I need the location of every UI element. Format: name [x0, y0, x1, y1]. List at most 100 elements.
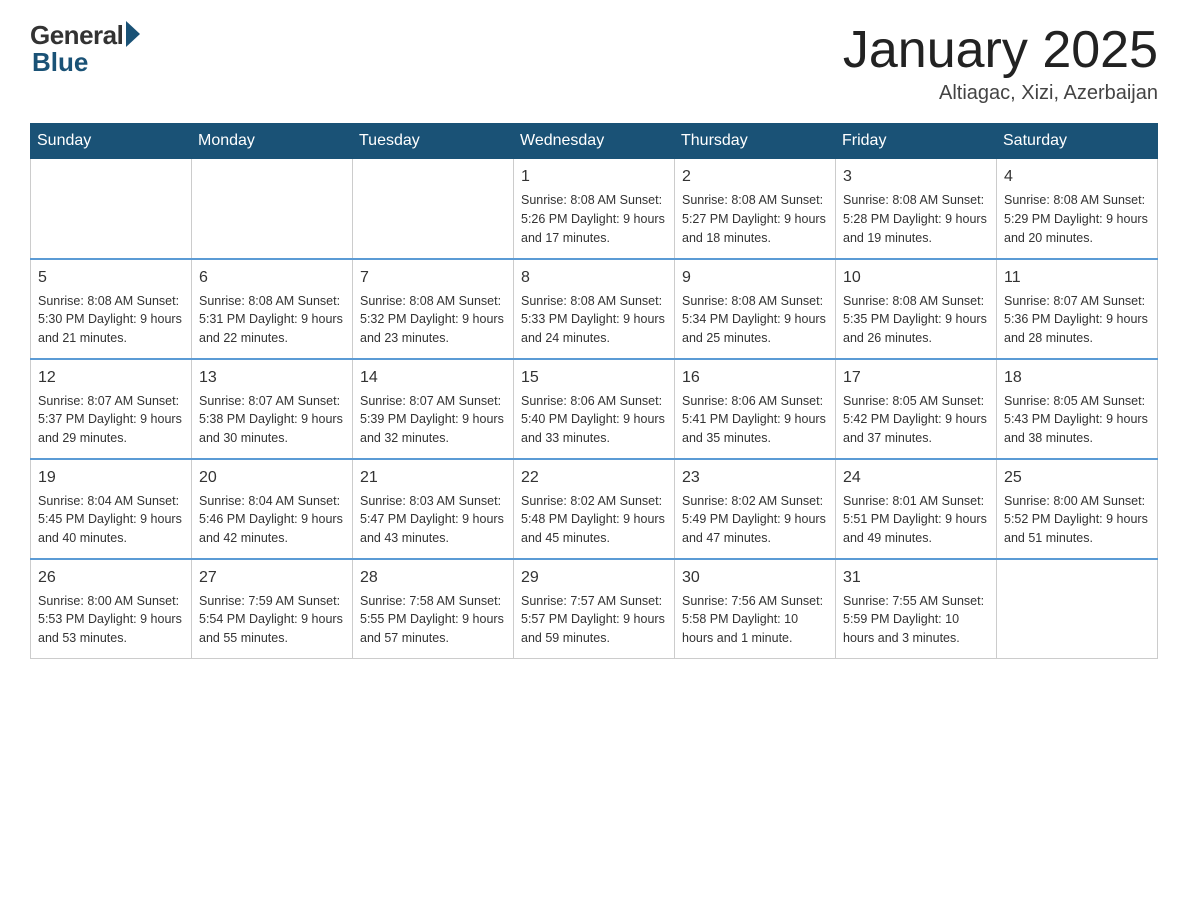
day-info: Sunrise: 8:08 AM Sunset: 5:35 PM Dayligh… — [843, 292, 989, 348]
day-info: Sunrise: 7:58 AM Sunset: 5:55 PM Dayligh… — [360, 592, 506, 648]
calendar-cell: 30Sunrise: 7:56 AM Sunset: 5:58 PM Dayli… — [675, 559, 836, 659]
calendar-cell — [192, 159, 353, 259]
title-block: January 2025 Altiagac, Xizi, Azerbaijan — [843, 20, 1158, 105]
day-info: Sunrise: 8:08 AM Sunset: 5:28 PM Dayligh… — [843, 191, 989, 247]
calendar-cell: 22Sunrise: 8:02 AM Sunset: 5:48 PM Dayli… — [514, 459, 675, 559]
calendar-week-row: 1Sunrise: 8:08 AM Sunset: 5:26 PM Daylig… — [31, 159, 1158, 259]
calendar-cell: 5Sunrise: 8:08 AM Sunset: 5:30 PM Daylig… — [31, 259, 192, 359]
calendar-cell: 21Sunrise: 8:03 AM Sunset: 5:47 PM Dayli… — [353, 459, 514, 559]
logo: General Blue — [30, 20, 140, 78]
day-number: 9 — [682, 266, 828, 290]
weekday-header-monday: Monday — [192, 124, 353, 159]
day-info: Sunrise: 8:04 AM Sunset: 5:46 PM Dayligh… — [199, 492, 345, 548]
calendar-cell: 26Sunrise: 8:00 AM Sunset: 5:53 PM Dayli… — [31, 559, 192, 659]
calendar-cell: 9Sunrise: 8:08 AM Sunset: 5:34 PM Daylig… — [675, 259, 836, 359]
day-number: 21 — [360, 466, 506, 490]
day-info: Sunrise: 8:08 AM Sunset: 5:30 PM Dayligh… — [38, 292, 184, 348]
day-info: Sunrise: 8:08 AM Sunset: 5:33 PM Dayligh… — [521, 292, 667, 348]
day-number: 11 — [1004, 266, 1150, 290]
weekday-header-wednesday: Wednesday — [514, 124, 675, 159]
day-info: Sunrise: 8:08 AM Sunset: 5:26 PM Dayligh… — [521, 191, 667, 247]
calendar-cell: 12Sunrise: 8:07 AM Sunset: 5:37 PM Dayli… — [31, 359, 192, 459]
weekday-header-thursday: Thursday — [675, 124, 836, 159]
calendar-cell: 19Sunrise: 8:04 AM Sunset: 5:45 PM Dayli… — [31, 459, 192, 559]
day-number: 1 — [521, 165, 667, 189]
day-number: 8 — [521, 266, 667, 290]
day-info: Sunrise: 8:04 AM Sunset: 5:45 PM Dayligh… — [38, 492, 184, 548]
day-info: Sunrise: 8:07 AM Sunset: 5:38 PM Dayligh… — [199, 392, 345, 448]
day-number: 18 — [1004, 366, 1150, 390]
day-number: 30 — [682, 566, 828, 590]
day-number: 24 — [843, 466, 989, 490]
day-number: 16 — [682, 366, 828, 390]
weekday-header-row: SundayMondayTuesdayWednesdayThursdayFrid… — [31, 124, 1158, 159]
calendar-cell: 3Sunrise: 8:08 AM Sunset: 5:28 PM Daylig… — [836, 159, 997, 259]
day-info: Sunrise: 8:06 AM Sunset: 5:40 PM Dayligh… — [521, 392, 667, 448]
day-info: Sunrise: 8:08 AM Sunset: 5:32 PM Dayligh… — [360, 292, 506, 348]
calendar-week-row: 19Sunrise: 8:04 AM Sunset: 5:45 PM Dayli… — [31, 459, 1158, 559]
day-info: Sunrise: 8:08 AM Sunset: 5:31 PM Dayligh… — [199, 292, 345, 348]
calendar-cell: 6Sunrise: 8:08 AM Sunset: 5:31 PM Daylig… — [192, 259, 353, 359]
calendar-week-row: 26Sunrise: 8:00 AM Sunset: 5:53 PM Dayli… — [31, 559, 1158, 659]
day-info: Sunrise: 8:07 AM Sunset: 5:37 PM Dayligh… — [38, 392, 184, 448]
day-number: 2 — [682, 165, 828, 189]
month-title: January 2025 — [843, 20, 1158, 80]
calendar-cell: 8Sunrise: 8:08 AM Sunset: 5:33 PM Daylig… — [514, 259, 675, 359]
calendar-cell: 15Sunrise: 8:06 AM Sunset: 5:40 PM Dayli… — [514, 359, 675, 459]
calendar-cell: 11Sunrise: 8:07 AM Sunset: 5:36 PM Dayli… — [997, 259, 1158, 359]
day-info: Sunrise: 8:02 AM Sunset: 5:49 PM Dayligh… — [682, 492, 828, 548]
day-number: 26 — [38, 566, 184, 590]
day-number: 17 — [843, 366, 989, 390]
day-number: 25 — [1004, 466, 1150, 490]
logo-arrow-icon — [126, 21, 140, 47]
day-info: Sunrise: 8:08 AM Sunset: 5:27 PM Dayligh… — [682, 191, 828, 247]
day-number: 29 — [521, 566, 667, 590]
calendar-body: 1Sunrise: 8:08 AM Sunset: 5:26 PM Daylig… — [31, 159, 1158, 659]
day-info: Sunrise: 8:03 AM Sunset: 5:47 PM Dayligh… — [360, 492, 506, 548]
day-number: 19 — [38, 466, 184, 490]
day-info: Sunrise: 8:02 AM Sunset: 5:48 PM Dayligh… — [521, 492, 667, 548]
day-number: 14 — [360, 366, 506, 390]
day-number: 22 — [521, 466, 667, 490]
calendar-cell: 23Sunrise: 8:02 AM Sunset: 5:49 PM Dayli… — [675, 459, 836, 559]
calendar-cell: 17Sunrise: 8:05 AM Sunset: 5:42 PM Dayli… — [836, 359, 997, 459]
day-number: 13 — [199, 366, 345, 390]
day-info: Sunrise: 8:07 AM Sunset: 5:36 PM Dayligh… — [1004, 292, 1150, 348]
day-number: 12 — [38, 366, 184, 390]
day-number: 10 — [843, 266, 989, 290]
day-number: 7 — [360, 266, 506, 290]
calendar-cell — [997, 559, 1158, 659]
calendar-cell: 27Sunrise: 7:59 AM Sunset: 5:54 PM Dayli… — [192, 559, 353, 659]
logo-blue-text: Blue — [32, 47, 88, 78]
calendar-cell: 29Sunrise: 7:57 AM Sunset: 5:57 PM Dayli… — [514, 559, 675, 659]
page-header: General Blue January 2025 Altiagac, Xizi… — [30, 20, 1158, 105]
calendar-week-row: 5Sunrise: 8:08 AM Sunset: 5:30 PM Daylig… — [31, 259, 1158, 359]
day-number: 4 — [1004, 165, 1150, 189]
calendar-cell — [31, 159, 192, 259]
day-info: Sunrise: 7:56 AM Sunset: 5:58 PM Dayligh… — [682, 592, 828, 648]
day-number: 15 — [521, 366, 667, 390]
calendar-cell: 20Sunrise: 8:04 AM Sunset: 5:46 PM Dayli… — [192, 459, 353, 559]
calendar-table: SundayMondayTuesdayWednesdayThursdayFrid… — [30, 123, 1158, 659]
calendar-cell: 18Sunrise: 8:05 AM Sunset: 5:43 PM Dayli… — [997, 359, 1158, 459]
day-number: 27 — [199, 566, 345, 590]
calendar-cell: 16Sunrise: 8:06 AM Sunset: 5:41 PM Dayli… — [675, 359, 836, 459]
day-number: 23 — [682, 466, 828, 490]
weekday-header-tuesday: Tuesday — [353, 124, 514, 159]
day-number: 20 — [199, 466, 345, 490]
day-info: Sunrise: 7:57 AM Sunset: 5:57 PM Dayligh… — [521, 592, 667, 648]
day-info: Sunrise: 8:00 AM Sunset: 5:52 PM Dayligh… — [1004, 492, 1150, 548]
day-info: Sunrise: 8:06 AM Sunset: 5:41 PM Dayligh… — [682, 392, 828, 448]
calendar-cell: 13Sunrise: 8:07 AM Sunset: 5:38 PM Dayli… — [192, 359, 353, 459]
day-number: 28 — [360, 566, 506, 590]
calendar-cell: 10Sunrise: 8:08 AM Sunset: 5:35 PM Dayli… — [836, 259, 997, 359]
calendar-cell: 7Sunrise: 8:08 AM Sunset: 5:32 PM Daylig… — [353, 259, 514, 359]
weekday-header-sunday: Sunday — [31, 124, 192, 159]
day-number: 3 — [843, 165, 989, 189]
calendar-header: SundayMondayTuesdayWednesdayThursdayFrid… — [31, 124, 1158, 159]
day-info: Sunrise: 7:55 AM Sunset: 5:59 PM Dayligh… — [843, 592, 989, 648]
calendar-cell: 2Sunrise: 8:08 AM Sunset: 5:27 PM Daylig… — [675, 159, 836, 259]
day-info: Sunrise: 7:59 AM Sunset: 5:54 PM Dayligh… — [199, 592, 345, 648]
calendar-cell — [353, 159, 514, 259]
day-info: Sunrise: 8:05 AM Sunset: 5:43 PM Dayligh… — [1004, 392, 1150, 448]
